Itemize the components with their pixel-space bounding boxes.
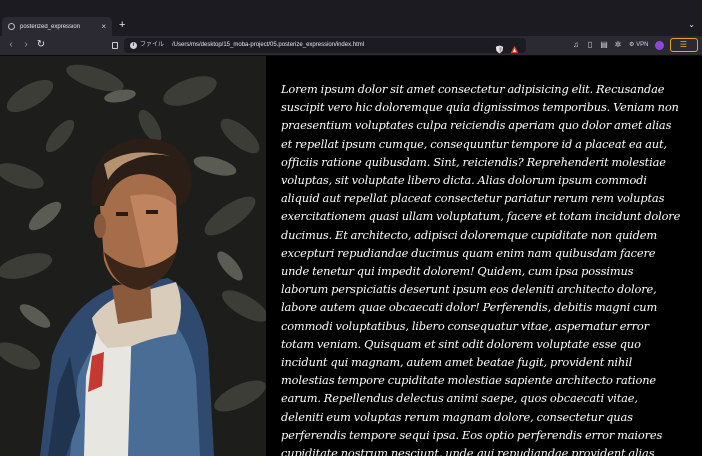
forward-button[interactable]: ›	[20, 39, 32, 51]
menu-button[interactable]: ☰	[670, 38, 698, 52]
hamburger-menu-icon: ☰	[679, 40, 689, 49]
tab-title: posterized_expression	[20, 23, 81, 30]
navigation-toolbar: ‹ › ↻ i ファイル /Users/ms/desktop/15_moba-p…	[0, 36, 702, 56]
tab-posterized-expression[interactable]: posterized_expression ×	[2, 17, 112, 36]
music-icon[interactable]: ♫	[571, 40, 581, 50]
browser-window: posterized_expression × + ⌄ ‹ › ↻ i ファイル…	[0, 0, 702, 456]
chevron-down-icon[interactable]: ⌄	[688, 20, 695, 30]
vpn-label: VPN	[636, 42, 649, 48]
brave-rewards-icon[interactable]	[510, 41, 519, 54]
address-bar[interactable]: i ファイル /Users/ms/desktop/15_moba-project…	[124, 38, 526, 54]
url-text[interactable]: /Users/ms/desktop/15_moba-project/05.pos…	[172, 41, 364, 50]
reader-icon[interactable]: ▤	[599, 40, 609, 50]
info-icon[interactable]: i	[130, 42, 137, 49]
extensions-icon[interactable]: ✲	[613, 40, 623, 50]
sidebar-icon[interactable]: ▯	[585, 40, 595, 50]
vpn-button[interactable]: ⚙ VPN	[629, 40, 648, 50]
wallet-icon[interactable]	[655, 41, 664, 50]
brave-shield-icon[interactable]	[495, 41, 504, 54]
new-tab-button[interactable]: +	[119, 19, 125, 31]
posterized-portrait-image	[0, 56, 266, 456]
url-scheme-label: ファイル	[140, 42, 165, 48]
tab-strip: posterized_expression × + ⌄	[0, 0, 702, 36]
lorem-paragraph: Lorem ipsum dolor sit amet consectetur a…	[281, 82, 681, 456]
bookmark-icon[interactable]	[112, 42, 118, 49]
back-button[interactable]: ‹	[5, 39, 17, 51]
vpn-icon: ⚙	[629, 42, 635, 48]
close-icon[interactable]: ×	[101, 22, 106, 31]
page-content: Lorem ipsum dolor sit amet consectetur a…	[0, 56, 702, 456]
reload-button[interactable]: ↻	[35, 39, 47, 51]
globe-icon	[8, 23, 15, 30]
